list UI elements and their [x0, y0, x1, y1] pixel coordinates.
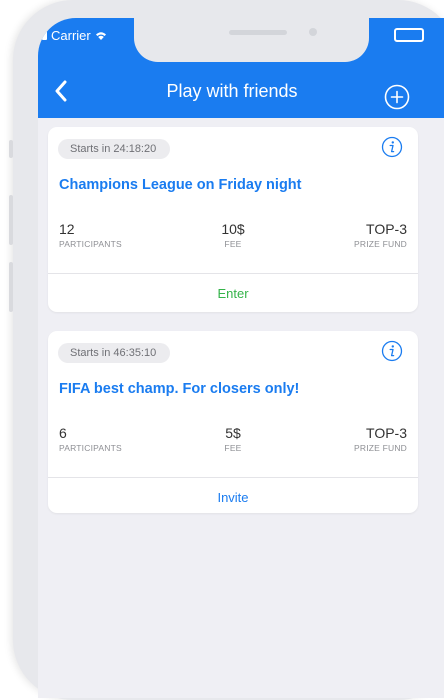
- fee-label: FEE: [224, 239, 242, 249]
- invite-button[interactable]: Invite: [48, 478, 418, 518]
- prize-value: TOP-3: [366, 221, 407, 237]
- plus-circle-icon: [384, 84, 410, 110]
- participants-label: PARTICIPANTS: [59, 239, 122, 249]
- tournament-card: Starts in 46:35:10 FIFA best champ. For …: [48, 331, 418, 513]
- add-tournament-button[interactable]: [384, 84, 410, 110]
- app-screen: Carrier Play with friends Starts in 24:1…: [38, 18, 444, 698]
- volume-up-button: [9, 195, 13, 245]
- participants-value: 12: [59, 221, 75, 237]
- fee-label: FEE: [224, 443, 242, 453]
- battery-icon: [394, 28, 424, 42]
- front-camera: [309, 28, 317, 36]
- participants-stat: 12 PARTICIPANTS: [59, 221, 122, 251]
- info-button[interactable]: [381, 340, 403, 362]
- mute-switch: [9, 140, 13, 158]
- prize-stat: TOP-3 PRIZE FUND: [354, 425, 407, 455]
- page-title: Play with friends: [166, 81, 298, 101]
- info-icon: [381, 136, 403, 158]
- participants-value: 6: [59, 425, 67, 441]
- volume-down-button: [9, 262, 13, 312]
- wifi-icon: [95, 31, 106, 40]
- enter-button[interactable]: Enter: [48, 274, 418, 314]
- tournament-title: Champions League on Friday night: [59, 177, 302, 193]
- signal-icon: [42, 31, 47, 40]
- status-carrier: Carrier: [42, 28, 107, 43]
- fee-stat: 10$ FEE: [193, 221, 273, 251]
- tournament-card: Starts in 24:18:20 Champions League on F…: [48, 127, 418, 312]
- prize-label: PRIZE FUND: [354, 239, 407, 249]
- fee-stat: 5$ FEE: [193, 425, 273, 455]
- tournament-title: FIFA best champ. For closers only!: [59, 381, 300, 397]
- prize-stat: TOP-3 PRIZE FUND: [354, 221, 407, 251]
- speaker-grille: [229, 30, 287, 35]
- info-icon: [381, 340, 403, 362]
- carrier-label: Carrier: [51, 28, 91, 43]
- start-countdown-badge: Starts in 24:18:20: [58, 139, 171, 159]
- participants-label: PARTICIPANTS: [59, 443, 122, 453]
- fee-value: 10$: [221, 221, 245, 237]
- prize-label: PRIZE FUND: [354, 443, 407, 453]
- start-countdown-badge: Starts in 46:35:10: [58, 343, 171, 363]
- fee-value: 5$: [225, 425, 241, 441]
- app-bar: Carrier Play with friends: [38, 18, 444, 118]
- info-button[interactable]: [381, 136, 403, 158]
- prize-value: TOP-3: [366, 425, 407, 441]
- participants-stat: 6 PARTICIPANTS: [59, 425, 122, 455]
- device-notch: [134, 18, 369, 62]
